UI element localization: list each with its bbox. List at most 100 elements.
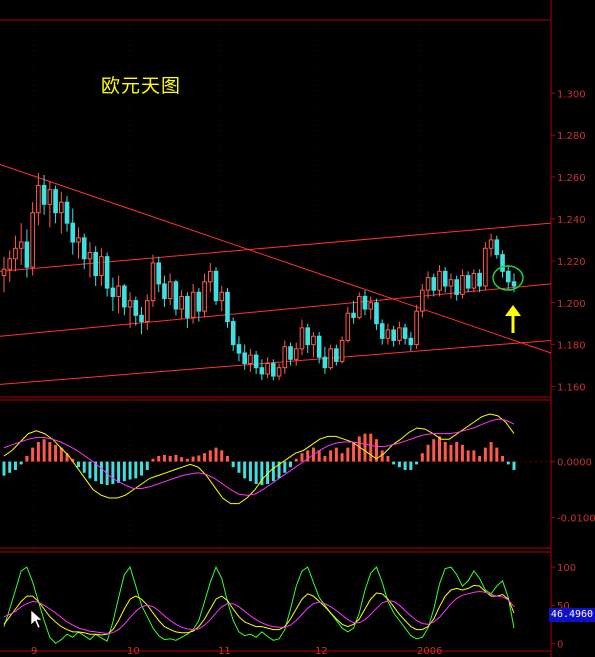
candle-body: [442, 270, 448, 287]
candle-body: [87, 251, 93, 260]
candle-body: [288, 346, 293, 360]
candle-body: [356, 295, 362, 318]
candle-body: [431, 277, 437, 291]
candle-body: [64, 201, 70, 224]
x-tick-label: 11: [218, 646, 231, 657]
candle-body: [173, 281, 179, 310]
candle-body: [59, 201, 64, 214]
candle-body: [488, 239, 494, 249]
candle-body: [305, 327, 311, 346]
candle-body: [30, 212, 35, 268]
candle-body: [122, 285, 127, 308]
indicator-value-badge: 46.4960: [549, 608, 595, 622]
candle-body: [7, 258, 13, 270]
x-tick-label: 9: [31, 646, 37, 657]
candle-body: [236, 344, 242, 354]
candle-body: [93, 251, 98, 277]
candle-body: [70, 222, 76, 243]
candle-body: [190, 291, 196, 318]
chart-title: 欧元天图: [101, 75, 182, 97]
chart-canvas: 1.300 1.280 1.260 1.240 1.220 1.200 1.180 1.160…: [0, 0, 595, 657]
candle-body: [81, 237, 87, 260]
candle-body: [374, 302, 379, 325]
candle-body: [465, 275, 471, 289]
candle-body: [230, 321, 236, 346]
candle-body: [299, 327, 305, 350]
candle-body: [265, 362, 270, 375]
candle-body: [116, 285, 121, 297]
cursor-icon: [30, 609, 43, 629]
candle-body: [460, 275, 465, 295]
candle-body: [36, 184, 41, 214]
price-tick-label: 1.220: [557, 257, 586, 268]
candle-body: [397, 327, 402, 341]
up-arrow-icon: [505, 305, 521, 316]
kdj-tick-label: 0: [557, 639, 563, 650]
price-tick-label: 1.280: [557, 131, 586, 142]
candle-body: [362, 295, 368, 310]
candle-body: [500, 254, 505, 272]
macd-line: [3, 413, 515, 505]
candle-body: [368, 302, 374, 310]
candle-body: [76, 237, 81, 243]
candle-body: [167, 281, 173, 300]
macd-tick-label: 0.0000: [557, 458, 592, 469]
candle-body: [345, 312, 351, 341]
price-tick-label: 1.200: [557, 299, 586, 310]
candle-body: [511, 281, 517, 287]
candle-body: [420, 289, 425, 312]
candle-body: [425, 277, 431, 291]
candle-body: [282, 346, 288, 369]
candle-body: [414, 310, 419, 346]
candle-body: [322, 356, 328, 369]
candle-body: [471, 272, 477, 289]
candle-body: [53, 189, 58, 214]
candle-body: [379, 323, 385, 339]
candle-body: [477, 272, 482, 287]
candle-body: [448, 279, 454, 287]
candle-body: [402, 327, 408, 339]
price-tick-label: 1.260: [557, 173, 586, 184]
x-tick-label: 10: [127, 646, 140, 657]
candle-body: [225, 291, 230, 323]
candle-body: [271, 362, 276, 377]
candle-body: [408, 337, 414, 346]
annotations: [30, 265, 524, 629]
candle-body: [293, 348, 299, 360]
trendline: [0, 339, 552, 385]
price-tick-label: 1.180: [557, 341, 586, 352]
candle-body: [351, 312, 356, 318]
candle-body: [156, 262, 162, 285]
candle-body: [150, 262, 156, 302]
candle-body: [483, 247, 488, 287]
candle-body: [259, 367, 265, 375]
candle-body: [47, 189, 53, 205]
candle-body: [334, 348, 339, 362]
candle-body: [391, 329, 396, 341]
candle-body: [328, 348, 333, 369]
macd-tick-label: -0.0100: [557, 514, 595, 525]
axis-ticks: 1.300 1.280 1.260 1.240 1.220 1.200 1.180 1.160…: [31, 89, 595, 657]
kdj-panel: [3, 565, 515, 645]
candle-body: [144, 300, 150, 323]
candle-body: [185, 295, 190, 318]
candle-body: [207, 270, 213, 283]
candle-body: [18, 241, 24, 249]
candle-body: [311, 335, 316, 346]
chart-grid: [0, 20, 551, 651]
price-tick-label: 1.300: [557, 89, 586, 100]
candle-body: [110, 287, 116, 297]
candle-body: [454, 279, 459, 295]
candle-body: [179, 295, 184, 310]
candle-body: [219, 291, 225, 302]
x-tick-label: 12: [315, 646, 328, 657]
candle-body: [339, 339, 345, 362]
candle-body: [127, 300, 133, 308]
candle-body: [248, 354, 253, 364]
price-tick-label: 1.160: [557, 383, 586, 394]
candle-body: [104, 256, 110, 289]
candle-body: [24, 241, 30, 268]
candle-body: [13, 247, 18, 260]
candle-body: [41, 184, 47, 205]
candle-body: [213, 270, 219, 302]
